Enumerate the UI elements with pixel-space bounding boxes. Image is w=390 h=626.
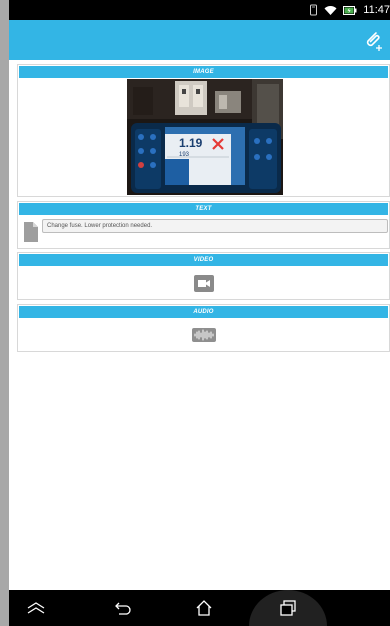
audio-waveform-icon: [194, 329, 214, 341]
add-attachment-button[interactable]: [360, 28, 386, 54]
audio-section: AUDIO: [17, 304, 390, 352]
image-section: IMAGE 1.19 193: [17, 64, 390, 197]
home-icon: [196, 600, 212, 616]
image-thumbnail[interactable]: 1.19 193: [127, 79, 283, 195]
wifi-icon: [324, 5, 337, 15]
text-note-field[interactable]: Change fuse. Lower protection needed.: [42, 219, 388, 233]
video-section-header: VIDEO: [19, 254, 388, 266]
device-screen: 11:47 IMAGE 1.19 193 TEXT Change fuse. L…: [9, 0, 390, 626]
recent-apps-button[interactable]: [253, 590, 323, 626]
video-camera-icon: [198, 280, 210, 287]
vibrate-icon: [310, 4, 318, 16]
audio-section-header: AUDIO: [19, 306, 388, 318]
image-section-header: IMAGE: [19, 66, 388, 78]
home-button[interactable]: [169, 590, 239, 626]
meter-reading-sub: 193: [179, 152, 190, 158]
collapse-icon: [27, 602, 45, 614]
text-section: TEXT Change fuse. Lower protection neede…: [17, 201, 390, 249]
add-video-button[interactable]: [194, 275, 214, 292]
meter-photo: 1.19 193: [127, 79, 283, 195]
recent-apps-icon: [280, 600, 296, 616]
left-edge-strip: [0, 0, 9, 626]
text-note-button[interactable]: [23, 221, 39, 243]
attachments-list[interactable]: IMAGE 1.19 193 TEXT Change fuse. Lower p…: [9, 60, 390, 590]
back-button[interactable]: [88, 590, 158, 626]
back-icon: [115, 602, 131, 615]
meter-reading-main: 1.19: [179, 136, 203, 150]
document-icon: [24, 222, 38, 242]
status-icons: 11:47: [309, 2, 390, 18]
attachment-add-icon: [366, 32, 382, 51]
video-section: VIDEO: [17, 252, 390, 300]
action-bar: [9, 20, 390, 60]
add-audio-button[interactable]: [192, 328, 216, 342]
navigation-bar: [9, 590, 390, 626]
text-section-header: TEXT: [19, 203, 388, 215]
status-time: 11:47: [363, 4, 390, 16]
collapse-button[interactable]: [9, 590, 71, 626]
battery-charging-icon: [343, 5, 357, 15]
status-bar: 11:47: [9, 0, 390, 20]
